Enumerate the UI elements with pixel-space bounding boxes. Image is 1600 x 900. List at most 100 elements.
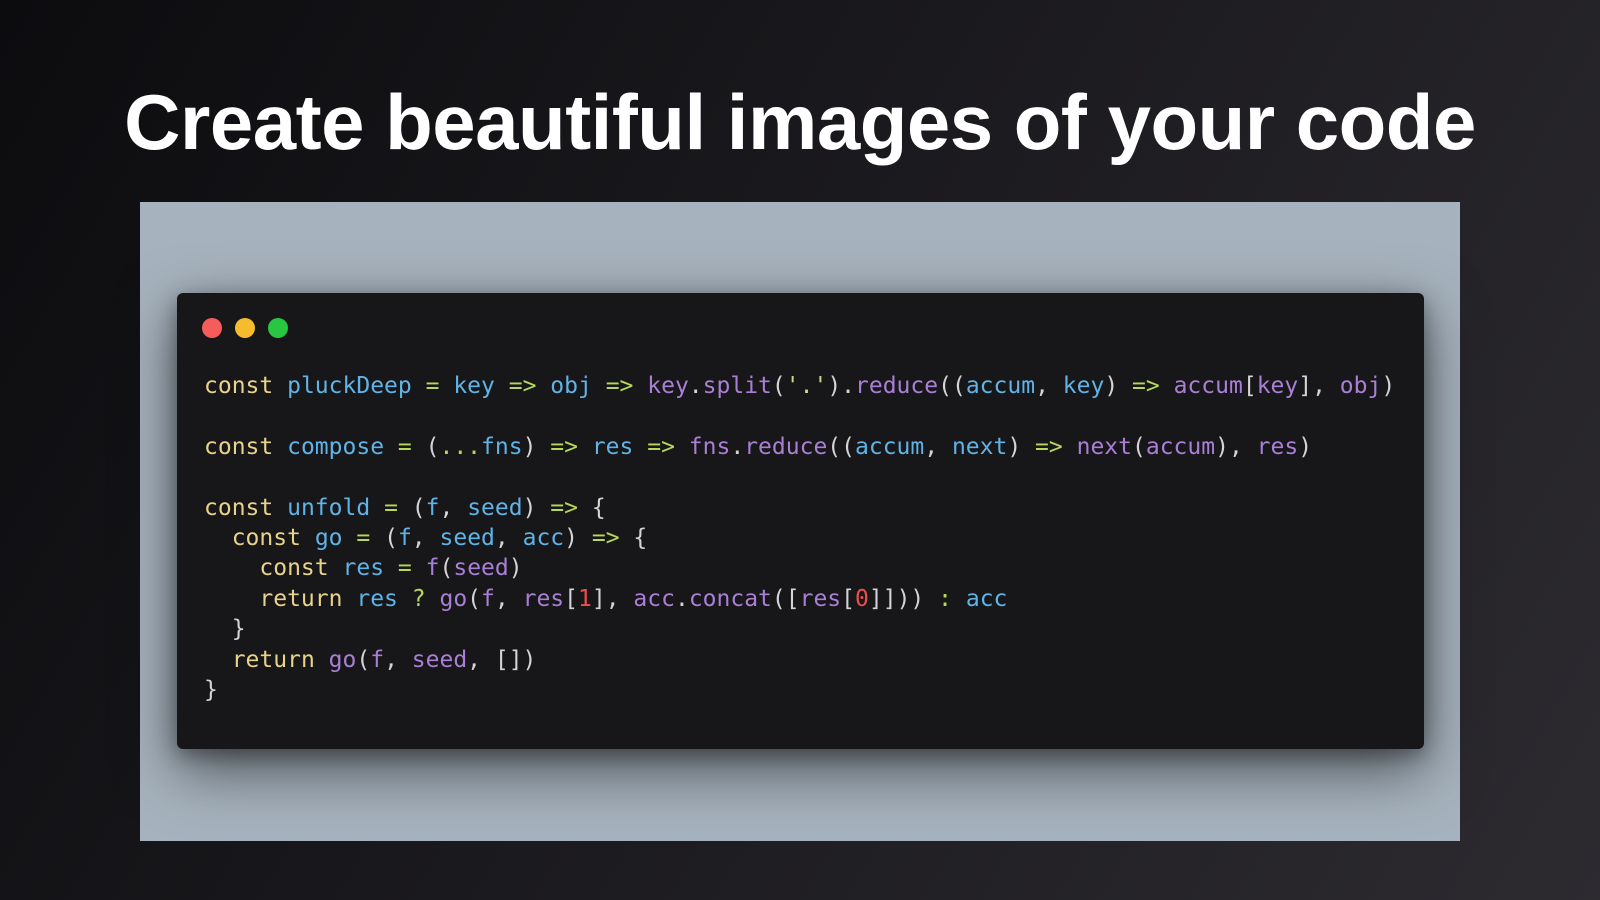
- code-token-punct: [342, 586, 356, 612]
- code-token-punct: [: [1242, 373, 1257, 399]
- code-token-punct: [204, 555, 259, 581]
- code-token-punct: ,: [494, 585, 523, 612]
- code-token-var: obj: [550, 373, 592, 399]
- code-token-prop: seed: [453, 555, 509, 582]
- code-token-punct: [384, 434, 398, 460]
- code-token-punct: [273, 495, 287, 521]
- code-token-var: acc: [522, 524, 565, 551]
- code-token-punct: [1160, 373, 1174, 399]
- code-token-string: '.': [785, 373, 828, 399]
- code-token-operator: =>: [1132, 373, 1160, 399]
- code-editor[interactable]: const pluckDeep = key => obj => key.spli…: [204, 371, 1395, 705]
- code-token-punct: }: [204, 676, 218, 703]
- code-token-prop: concat: [688, 585, 772, 612]
- code-token-number: 1: [578, 585, 592, 612]
- code-token-prop: reduce: [744, 433, 828, 460]
- code-line: }: [204, 675, 1395, 705]
- code-token-punct: (: [356, 646, 371, 673]
- code-line: const pluckDeep = key => obj => key.spli…: [204, 371, 1395, 401]
- code-token-punct: [329, 555, 343, 581]
- code-token-punct: [412, 373, 426, 399]
- code-token-var: key: [1062, 373, 1105, 399]
- code-token-punct: {: [577, 494, 606, 521]
- code-token-keyword: const: [231, 524, 301, 551]
- code-token-var: accum: [855, 433, 925, 460]
- code-window: const pluckDeep = key => obj => key.spli…: [177, 293, 1424, 749]
- code-token-operator: =>: [647, 433, 675, 460]
- code-token-def: unfold: [287, 494, 371, 521]
- code-token-punct: [204, 525, 232, 551]
- code-token-prop: reduce: [855, 373, 939, 399]
- code-token-punct: [315, 647, 329, 673]
- code-token-operator: =: [397, 555, 412, 582]
- code-token-punct: (: [439, 555, 454, 582]
- code-token-var: acc: [965, 585, 1008, 612]
- code-image-canvas: const pluckDeep = key => obj => key.spli…: [140, 202, 1460, 841]
- code-token-operator: =: [356, 524, 371, 551]
- code-token-operator: =>: [605, 373, 634, 399]
- code-token-operator: :: [938, 585, 952, 612]
- code-token-def: go: [314, 524, 343, 551]
- code-token-punct: ): [1007, 433, 1036, 460]
- code-token-prop: split: [702, 373, 772, 399]
- code-token-def: compose: [287, 433, 385, 460]
- code-token-operator: =>: [508, 373, 537, 399]
- code-token-prop: key: [1256, 373, 1299, 399]
- code-token-var: fns: [481, 433, 523, 460]
- code-token-punct: ],: [1298, 373, 1340, 399]
- code-token-keyword: return: [231, 646, 315, 673]
- page-headline: Create beautiful images of your code: [124, 78, 1476, 166]
- code-token-punct: ): [1381, 373, 1396, 399]
- code-token-punct: ,: [411, 524, 440, 551]
- code-token-punct: {: [619, 524, 648, 551]
- code-token-var: next: [951, 433, 1008, 460]
- code-token-keyword: const: [204, 433, 274, 460]
- code-token-operator: ...: [439, 433, 482, 460]
- code-token-prop: acc: [633, 585, 675, 612]
- code-token-operator: =: [425, 373, 440, 399]
- code-token-punct: ): [564, 524, 592, 551]
- code-token-punct: [: [841, 585, 856, 612]
- code-token-prop: f: [481, 585, 495, 612]
- code-token-keyword: const: [259, 555, 329, 582]
- code-token-punct: [: [564, 585, 578, 612]
- code-token-prop: go: [439, 585, 468, 612]
- code-token-prop: res: [1256, 433, 1299, 460]
- code-token-prop: res: [799, 585, 842, 612]
- code-token-punct: .: [674, 585, 689, 612]
- code-token-operator: ?: [411, 585, 426, 612]
- code-line: const go = (f, seed, acc) => {: [204, 523, 1395, 553]
- code-token-prop: next: [1076, 433, 1132, 460]
- code-token-punct: }: [204, 616, 246, 643]
- code-token-punct: [370, 495, 384, 521]
- code-token-punct: ]])): [868, 585, 939, 612]
- code-token-prop: seed: [411, 646, 468, 673]
- code-line: const compose = (...fns) => res => fns.r…: [204, 432, 1395, 462]
- code-line: return go(f, seed, []): [204, 645, 1395, 675]
- code-token-prop: key: [647, 373, 689, 399]
- code-line: const res = f(seed): [204, 553, 1395, 583]
- code-token-prop: f: [370, 646, 385, 673]
- code-token-punct: [412, 555, 426, 581]
- close-control[interactable]: [202, 318, 222, 338]
- code-token-punct: [204, 586, 259, 612]
- code-token-punct: [1063, 434, 1077, 460]
- code-token-keyword: const: [204, 373, 274, 399]
- code-token-punct: [426, 586, 440, 612]
- code-token-var: key: [453, 373, 495, 399]
- code-token-punct: [952, 586, 966, 612]
- code-token-punct: [578, 434, 592, 460]
- minimize-control[interactable]: [235, 318, 255, 338]
- code-token-var: accum: [965, 373, 1036, 399]
- code-token-punct: [633, 434, 647, 460]
- code-token-punct: [495, 373, 509, 399]
- code-token-keyword: return: [259, 585, 343, 612]
- code-line: }: [204, 614, 1395, 644]
- code-token-punct: ): [1298, 433, 1313, 460]
- code-token-punct: ).: [827, 373, 856, 399]
- code-token-punct: ((: [938, 373, 966, 399]
- code-token-operator: =>: [550, 494, 578, 521]
- maximize-control[interactable]: [268, 318, 288, 338]
- code-token-var: f: [397, 524, 412, 551]
